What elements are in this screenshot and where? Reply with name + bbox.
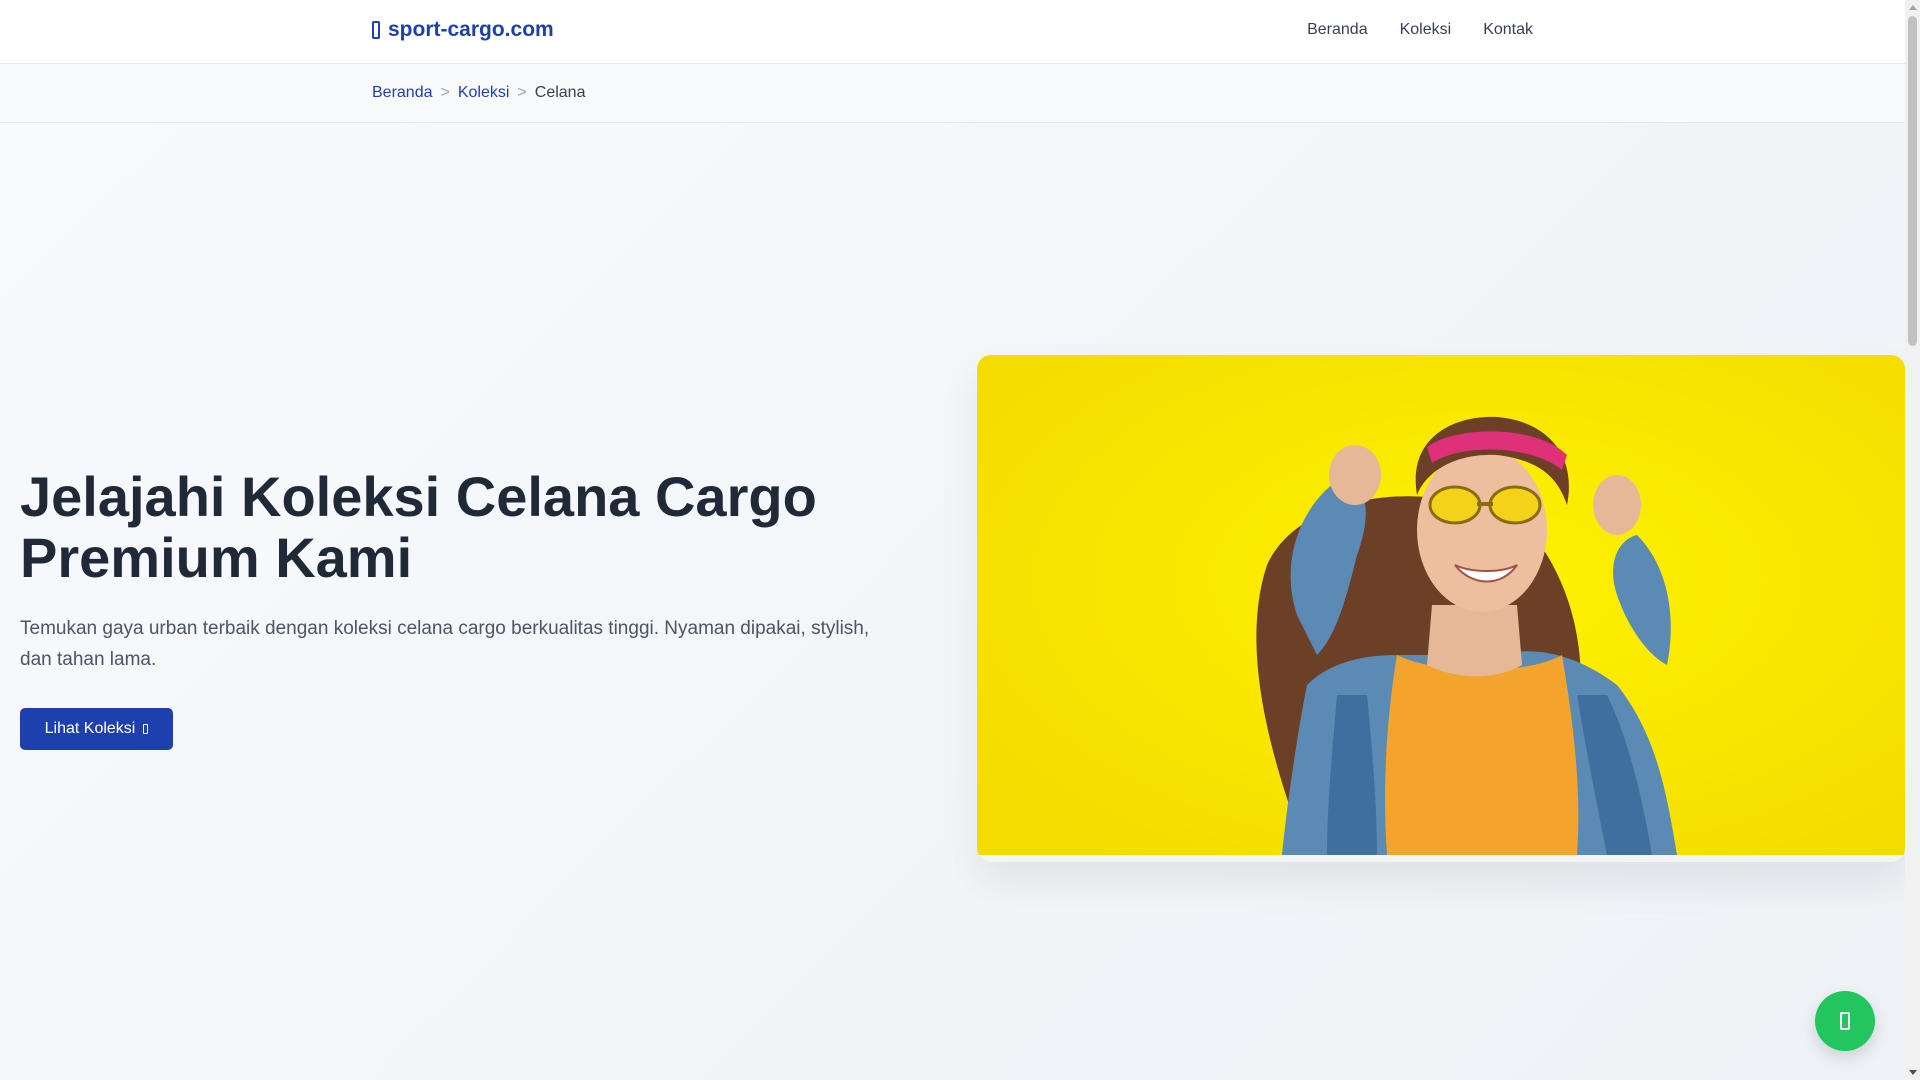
whatsapp-icon bbox=[1840, 1012, 1850, 1030]
navbar: sport-cargo.com Beranda Koleksi Kontak bbox=[0, 0, 1905, 64]
scroll-up-arrow-icon[interactable] bbox=[1909, 5, 1917, 10]
hero-title: Jelajahi Koleksi Celana Cargo Premium Ka… bbox=[20, 465, 817, 589]
breadcrumb-link-beranda[interactable]: Beranda bbox=[372, 84, 433, 102]
main-nav: Beranda Koleksi Kontak bbox=[1307, 21, 1533, 39]
box-icon bbox=[372, 21, 380, 39]
breadcrumb-separator: > bbox=[440, 84, 450, 101]
nav-link-beranda[interactable]: Beranda bbox=[1307, 21, 1368, 39]
nav-link-koleksi[interactable]: Koleksi bbox=[1400, 21, 1452, 39]
breadcrumb-bar: Beranda > Koleksi > Celana bbox=[0, 64, 1905, 123]
hero-photo-woman-denim-jacket bbox=[977, 355, 1905, 855]
page-scrollbar[interactable] bbox=[1905, 0, 1920, 1080]
view-collection-button[interactable]: Lihat Koleksi bbox=[20, 708, 173, 750]
page: sport-cargo.com Beranda Koleksi Kontak B… bbox=[0, 0, 1920, 1080]
page-content: sport-cargo.com Beranda Koleksi Kontak B… bbox=[0, 0, 1905, 1080]
breadcrumb: Beranda > Koleksi > Celana bbox=[372, 84, 585, 102]
hero-image bbox=[977, 355, 1905, 862]
whatsapp-button[interactable] bbox=[1815, 991, 1875, 1051]
nav-link-kontak[interactable]: Kontak bbox=[1483, 21, 1533, 39]
breadcrumb-current: Celana bbox=[534, 84, 586, 101]
brand-link[interactable]: sport-cargo.com bbox=[372, 18, 554, 42]
breadcrumb-separator: > bbox=[517, 84, 527, 101]
hero-section: Jelajahi Koleksi Celana Cargo Premium Ka… bbox=[0, 123, 1905, 1080]
scroll-down-arrow-icon[interactable] bbox=[1909, 1070, 1917, 1075]
breadcrumb-link-koleksi[interactable]: Koleksi bbox=[458, 84, 510, 102]
hero-subtitle: Temukan gaya urban terbaik dengan koleks… bbox=[20, 618, 870, 670]
arrow-right-icon bbox=[143, 724, 149, 734]
view-collection-label: Lihat Koleksi bbox=[44, 720, 136, 737]
brand-name: sport-cargo.com bbox=[388, 18, 554, 41]
scroll-thumb[interactable] bbox=[1908, 16, 1917, 346]
